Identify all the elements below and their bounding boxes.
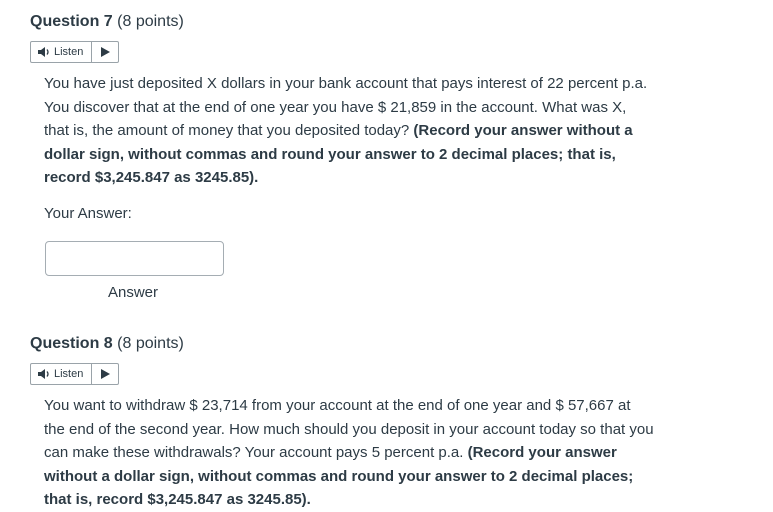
question-7-title: Question 7 (8 points) xyxy=(30,13,184,31)
answer-field-label: Answer xyxy=(108,284,159,301)
listen-button[interactable]: Listen xyxy=(31,42,91,62)
question-points: (8 points) xyxy=(117,13,184,30)
listen-widget-q8: Listen xyxy=(30,363,120,385)
question-number: Question 8 xyxy=(30,335,113,352)
play-icon xyxy=(100,47,110,57)
listen-widget-q7: Listen xyxy=(30,41,120,63)
play-button[interactable] xyxy=(91,364,118,384)
speaker-icon xyxy=(38,369,49,379)
your-answer-label: Your Answer: xyxy=(44,205,132,222)
answer-input[interactable] xyxy=(45,241,224,276)
speaker-icon xyxy=(38,47,49,57)
question-7-text: You have just deposited X dollars in you… xyxy=(44,72,654,190)
question-8-text: You want to withdraw $ 23,714 from your … xyxy=(44,394,654,512)
question-points: (8 points) xyxy=(117,335,184,352)
question-8-title: Question 8 (8 points) xyxy=(30,335,184,353)
listen-label: Listen xyxy=(54,46,84,58)
play-icon xyxy=(100,369,110,379)
play-button[interactable] xyxy=(91,42,118,62)
listen-button[interactable]: Listen xyxy=(31,364,91,384)
question-number: Question 7 xyxy=(30,13,113,30)
listen-label: Listen xyxy=(54,368,84,380)
